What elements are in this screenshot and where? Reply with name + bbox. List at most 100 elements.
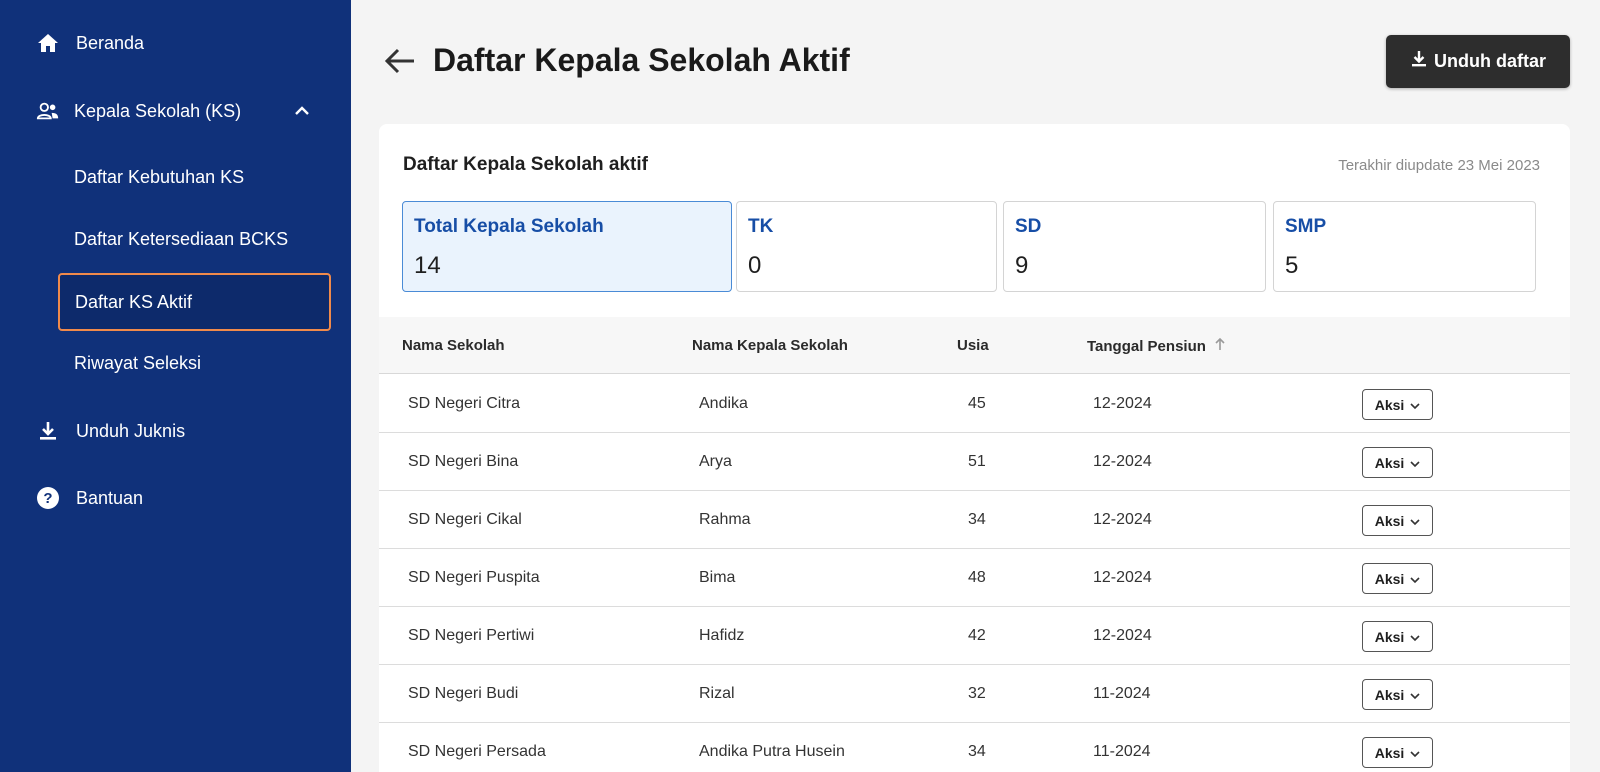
sidebar-item-bantuan[interactable]: ? Bantuan: [0, 486, 351, 510]
stat-tk[interactable]: TK 0: [736, 201, 997, 292]
stat-label: Total Kepala Sekolah: [414, 216, 604, 237]
sidebar-subitem-daftar-kebutuhan[interactable]: Daftar Kebutuhan KS: [74, 167, 244, 188]
cell-nama-kepala: Arya: [699, 453, 732, 470]
table-row: SD Negeri Citra Andika 45 12-2024 Aksi: [379, 375, 1570, 433]
cell-nama-kepala: Andika Putra Husein: [699, 743, 845, 760]
aksi-dropdown-button[interactable]: Aksi: [1362, 563, 1433, 594]
aksi-button-label: Aksi: [1374, 628, 1405, 645]
column-header-label: Tanggal Pensiun: [1087, 337, 1206, 355]
column-header-nama-sekolah[interactable]: Nama Sekolah: [402, 337, 505, 354]
aksi-button-label: Aksi: [1374, 570, 1405, 587]
chevron-down-icon: [1410, 397, 1420, 413]
table-row: SD Negeri Cikal Rahma 34 12-2024 Aksi: [379, 491, 1570, 549]
stat-label: TK: [748, 216, 774, 237]
cell-usia: 34: [968, 743, 986, 760]
sort-arrow-up-icon[interactable]: [1214, 337, 1226, 355]
table-row: SD Negeri Persada Andika Putra Husein 34 11…: [379, 723, 1570, 772]
cell-nama-kepala: Bima: [699, 569, 736, 586]
sidebar-item-label: Bantuan: [76, 487, 144, 508]
users-icon: [36, 99, 60, 123]
aksi-dropdown-button[interactable]: Aksi: [1362, 389, 1433, 420]
card-title: Daftar Kepala Sekolah aktif: [403, 154, 648, 175]
sidebar-item-unduh-juknis[interactable]: Unduh Juknis: [0, 419, 351, 443]
sidebar-subitem-daftar-ketersediaan[interactable]: Daftar Ketersediaan BCKS: [74, 229, 288, 250]
stat-smp[interactable]: SMP 5: [1273, 201, 1536, 292]
cell-tanggal-pensiun: 11-2024: [1093, 685, 1151, 702]
aksi-dropdown-button[interactable]: Aksi: [1362, 737, 1433, 768]
page-title: Daftar Kepala Sekolah Aktif: [433, 42, 850, 78]
table-row: SD Negeri Budi Rizal 32 11-2024 Aksi: [379, 665, 1570, 723]
svg-text:?: ?: [43, 490, 52, 507]
stat-label: SD: [1015, 216, 1042, 237]
cell-nama-sekolah: SD Negeri Persada: [408, 743, 546, 760]
cell-nama-sekolah: SD Negeri Cikal: [408, 511, 522, 528]
cell-nama-kepala: Hafidz: [699, 627, 745, 644]
table-row: SD Negeri Pertiwi Hafidz 42 12-2024 Aksi: [379, 607, 1570, 665]
table-row: SD Negeri Puspita Bima 48 12-2024 Aksi: [379, 549, 1570, 607]
cell-nama-sekolah: SD Negeri Budi: [408, 685, 519, 702]
cell-tanggal-pensiun: 12-2024: [1093, 569, 1152, 586]
cell-usia: 34: [968, 511, 986, 528]
table-row: SD Negeri Bina Arya 51 12-2024 Aksi: [379, 433, 1570, 491]
cell-tanggal-pensiun: 12-2024: [1093, 395, 1152, 412]
cell-tanggal-pensiun: 11-2024: [1093, 743, 1151, 760]
chevron-up-icon[interactable]: [290, 99, 314, 123]
sidebar-item-beranda[interactable]: Beranda: [0, 31, 351, 55]
download-icon: [1410, 50, 1428, 73]
sidebar-subitem-daftar-ks-aktif[interactable]: Daftar KS Aktif: [58, 273, 331, 331]
cell-usia: 42: [968, 627, 986, 644]
help-icon: ?: [36, 486, 60, 510]
cell-nama-sekolah: SD Negeri Pertiwi: [408, 627, 535, 644]
aksi-button-label: Aksi: [1374, 454, 1405, 471]
cell-usia: 48: [968, 569, 986, 586]
aksi-dropdown-button[interactable]: Aksi: [1362, 621, 1433, 652]
chevron-down-icon: [1410, 629, 1420, 645]
chevron-down-icon: [1410, 687, 1420, 703]
cell-nama-kepala: Rahma: [699, 511, 751, 528]
sidebar-item-label: Unduh Juknis: [76, 420, 186, 441]
stat-value: 5: [1285, 252, 1299, 279]
aksi-dropdown-button[interactable]: Aksi: [1362, 447, 1433, 478]
column-header-tanggal-pensiun[interactable]: Tanggal Pensiun: [1087, 337, 1226, 355]
cell-nama-sekolah: SD Negeri Puspita: [408, 569, 540, 586]
download-button-label: Unduh daftar: [1434, 51, 1546, 71]
stat-value: 0: [748, 252, 762, 279]
aksi-dropdown-button[interactable]: Aksi: [1362, 505, 1433, 536]
table-header: Nama Sekolah Nama Kepala Sekolah Usia Ta…: [379, 317, 1570, 374]
cell-usia: 51: [968, 453, 986, 470]
cell-tanggal-pensiun: 12-2024: [1093, 511, 1152, 528]
stat-sd[interactable]: SD 9: [1003, 201, 1266, 292]
cell-nama-sekolah: SD Negeri Bina: [408, 453, 519, 470]
cell-nama-kepala: Andika: [699, 395, 748, 412]
sidebar-subitem-label: Daftar KS Aktif: [75, 292, 193, 312]
cell-tanggal-pensiun: 12-2024: [1093, 627, 1152, 644]
chevron-down-icon: [1410, 513, 1420, 529]
stat-total[interactable]: Total Kepala Sekolah 14: [402, 201, 732, 292]
chevron-down-icon: [1410, 571, 1420, 587]
chevron-down-icon: [1410, 455, 1420, 471]
last-updated-text: Terakhir diupdate 23 Mei 2023: [1338, 157, 1540, 174]
cell-tanggal-pensiun: 12-2024: [1093, 453, 1152, 470]
cell-usia: 32: [968, 685, 986, 702]
aksi-button-label: Aksi: [1374, 396, 1405, 413]
stat-label: SMP: [1285, 216, 1327, 237]
active-principals-card: Daftar Kepala Sekolah aktif Terakhir diu…: [379, 124, 1570, 772]
back-arrow-icon[interactable]: [383, 44, 417, 78]
chevron-down-icon: [1410, 745, 1420, 761]
home-icon: [36, 31, 60, 55]
cell-nama-sekolah: SD Negeri Citra: [408, 395, 521, 412]
cell-usia: 45: [968, 395, 986, 412]
aksi-dropdown-button[interactable]: Aksi: [1362, 679, 1433, 710]
sidebar-subitem-riwayat-seleksi[interactable]: Riwayat Seleksi: [74, 353, 201, 374]
stat-value: 9: [1015, 252, 1029, 279]
stat-value: 14: [414, 252, 441, 279]
download-list-button[interactable]: Unduh daftar: [1386, 35, 1570, 88]
column-header-usia[interactable]: Usia: [957, 337, 989, 354]
aksi-button-label: Aksi: [1374, 744, 1405, 761]
sidebar-item-kepala-sekolah[interactable]: Kepala Sekolah (KS): [0, 99, 351, 123]
aksi-button-label: Aksi: [1374, 686, 1405, 703]
column-header-nama-kepala[interactable]: Nama Kepala Sekolah: [692, 337, 848, 354]
aksi-button-label: Aksi: [1374, 512, 1405, 529]
sidebar-item-label: Beranda: [76, 32, 145, 53]
sidebar: Beranda Kepala Sekolah (KS) Daftar Kebut…: [0, 0, 351, 772]
